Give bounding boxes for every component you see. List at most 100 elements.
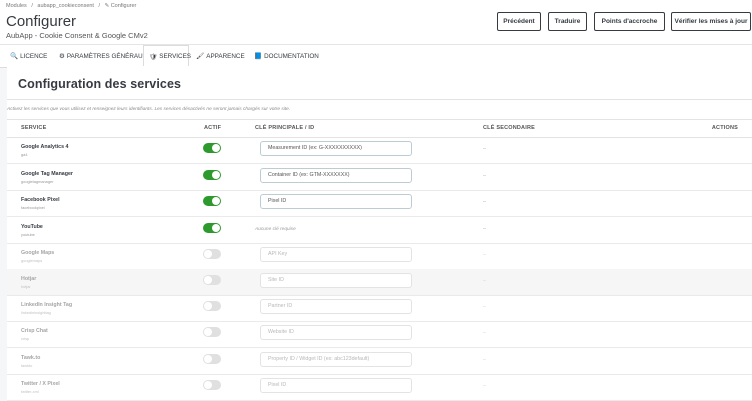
tab-label: PARAMÈTRES GÉNÉRAUX [66,52,147,60]
breadcrumb-separator: / [31,3,33,9]
tab-documentation[interactable]: 📘 DOCUMENTATION [254,45,319,67]
primary-key-input[interactable]: API Key [260,247,412,262]
table-row: Google Analytics 4 ga4 Measurement ID (ex:… [7,137,752,164]
table-row: Google Maps googlemaps API Key – [7,243,752,270]
secondary-key-value: – [483,146,486,152]
tab-licence[interactable]: 🔍 LICENCE [10,45,47,67]
service-key: tawkto [21,363,33,368]
service-name: Google Tag Manager [21,171,73,177]
breadcrumb-separator: / [98,3,101,9]
primary-key-input[interactable]: Measurement ID (ex: G-XXXXXXXXXX) [260,141,412,156]
active-toggle[interactable] [203,249,221,259]
active-toggle[interactable] [203,301,221,311]
tab-label: LICENCE [20,52,48,60]
table-row: LinkedIn Insight Tag linkedininsighttag Pa… [7,295,752,322]
primary-key-input[interactable]: Partner ID [260,299,412,314]
primary-key-input[interactable]: Website ID [260,325,412,340]
column-secondary-key: CLÉ SECONDAIRE [483,125,535,131]
active-toggle[interactable] [203,327,221,337]
service-key: ga4 [21,152,28,157]
toggle-knob [212,171,220,179]
service-name: Tawk.to [21,355,41,361]
tab-label: DOCUMENTATION [264,52,319,60]
services-panel: Configuration des services Activez les s… [7,66,752,401]
column-service: SERVICE [21,125,47,131]
breadcrumb-module[interactable]: aubapp_cookieconsent [37,3,94,9]
primary-key-input[interactable]: Pixel ID [260,194,412,209]
primary-key-input[interactable]: Container ID (ex: GTM-XXXXXXX) [260,168,412,183]
primary-key-input[interactable]: Pixel ID [260,378,412,393]
help-text: Activez les services que vous utilisez e… [7,107,291,112]
page-title: Configurer [6,13,77,30]
tab-label: APPARENCE [206,52,245,60]
active-toggle[interactable] [203,170,221,180]
previous-button[interactable]: Précédent [497,12,541,31]
active-toggle[interactable] [203,223,221,233]
toggle-knob [212,144,220,152]
column-primary-key: CLÉ PRINCIPALE / ID [255,125,315,131]
check-updates-button[interactable]: Vérifier les mises à jour [671,12,751,31]
translate-button[interactable]: Traduire [548,12,587,31]
divider [7,99,752,100]
toggle-knob [204,276,212,284]
table-row: Twitter / X Pixel twitter-xml Pixel ID – [7,374,752,401]
active-toggle[interactable] [203,196,221,206]
tab-services[interactable]: 🛡 SERVICES [143,45,191,68]
table-row: Hotjar hotjar Site ID – [7,269,752,296]
active-toggle[interactable] [203,380,221,390]
service-key: crisp [21,336,30,341]
page-subtitle: AubApp - Cookie Consent & Google CMv2 [6,31,148,40]
secondary-key-value: – [483,252,486,258]
service-name: Google Maps [21,250,55,256]
table-header: SERVICE ACTIF CLÉ PRINCIPALE / ID CLÉ SE… [7,119,752,138]
service-name: Google Analytics 4 [21,144,69,150]
book-icon: 📘 [254,53,263,60]
service-key: googlemaps [21,258,43,263]
primary-key-input[interactable]: Property ID / Widget ID (ex: abc123defau… [260,352,412,367]
brush-icon: 🖌 [196,53,205,60]
column-actions: ACTIONS [711,125,738,131]
primary-key-input[interactable]: Site ID [260,273,412,288]
tab-appearance[interactable]: 🖌 APPARENCE [196,45,245,67]
service-key: hotjar [21,284,31,289]
table-row: Google Tag Manager googletagmanager Contai… [7,164,752,191]
secondary-key-value: – [483,226,486,232]
service-key: facebookpixel [21,205,45,210]
secondary-key-value: – [483,199,486,205]
toggle-knob [204,381,212,389]
table-row: Crisp Chat crisp Website ID – [7,321,752,348]
service-name: Twitter / X Pixel [21,381,60,387]
service-key: youtube [21,232,35,237]
toggle-knob [212,197,220,205]
table-row: Facebook Pixel facebookpixel Pixel ID – [7,190,752,217]
toggle-knob [204,328,212,336]
active-toggle[interactable] [203,275,221,285]
tab-label: SERVICES [159,53,191,60]
gear-icon: ⚙ [59,53,65,60]
secondary-key-value: – [483,357,486,363]
column-active: ACTIF [204,125,222,131]
toggle-knob [204,250,212,258]
service-key: googletagmanager [21,179,54,184]
toggle-knob [204,302,212,310]
service-name: Facebook Pixel [21,197,60,203]
shield-icon: 🛡 [149,53,158,61]
active-toggle[interactable] [203,143,221,153]
tab-bar: 🔍 LICENCE ⚙ PARAMÈTRES GÉNÉRAUX 🛡 SERVIC… [0,44,752,68]
breadcrumb: Modules / aubapp_cookieconsent / ✎ Confi… [6,3,139,9]
key-icon: 🔍 [10,53,19,60]
no-key-required-text: Aucune clé requise [255,227,296,232]
hooks-button[interactable]: Points d'accroche [594,12,665,31]
secondary-key-value: – [483,278,486,284]
secondary-key-value: – [483,173,486,179]
toggle-knob [212,224,220,232]
page-header: Modules / aubapp_cookieconsent / ✎ Confi… [0,0,752,44]
table-row: Tawk.to tawkto Property ID / Widget ID (ex… [7,348,752,375]
breadcrumb-modules[interactable]: Modules [6,3,27,9]
active-toggle[interactable] [203,354,221,364]
toggle-knob [204,355,212,363]
tab-general-settings[interactable]: ⚙ PARAMÈTRES GÉNÉRAUX [59,45,147,67]
secondary-key-value: – [483,383,486,389]
section-title: Configuration des services [18,77,182,91]
table-row: YouTube youtube Aucune clé requise – [7,217,752,244]
